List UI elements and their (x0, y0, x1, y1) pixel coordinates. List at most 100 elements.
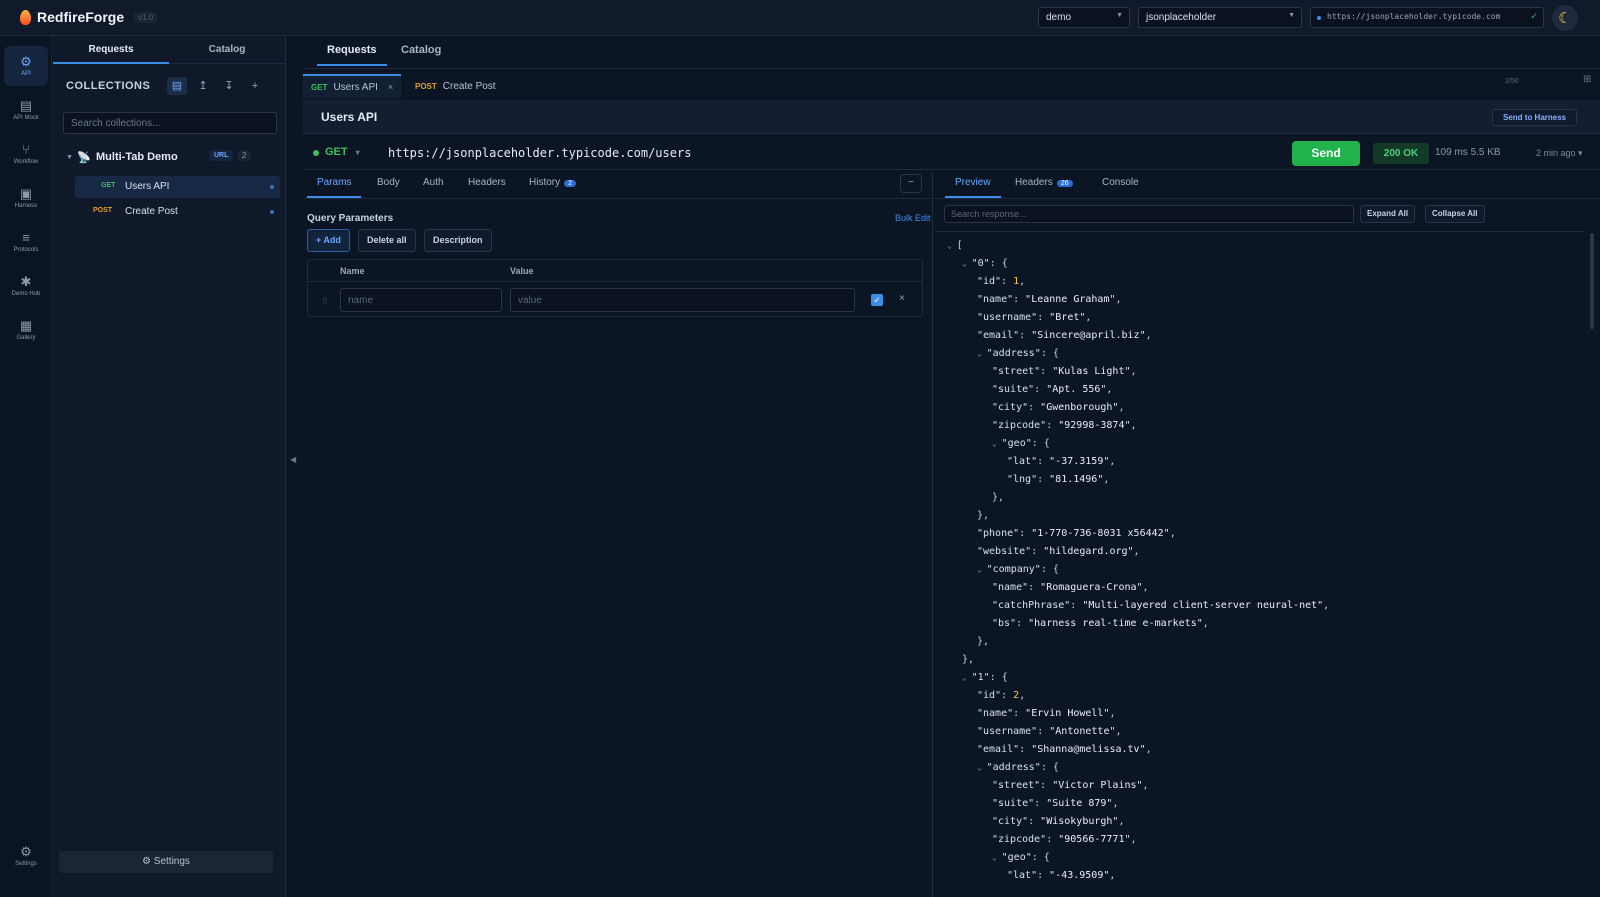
json-line[interactable]: ⌄ [ (947, 240, 963, 251)
flame-icon (20, 9, 31, 25)
collapse-pane-button[interactable]: − (900, 174, 922, 193)
json-punct: , (1112, 798, 1119, 809)
chevron-down-icon[interactable]: ⌄ (962, 259, 972, 268)
sidebar-tab-requests[interactable]: Requests (53, 36, 169, 64)
add-collection-icon[interactable]: + (245, 77, 265, 95)
json-string: "-37.3159" (1049, 456, 1110, 467)
drag-handle-icon[interactable]: ⠿ (322, 297, 328, 306)
import-icon[interactable]: ↥ (193, 77, 213, 95)
json-line: "name": "Ervin Howell", (977, 708, 1116, 719)
check-icon: ✓ (1530, 11, 1537, 22)
add-param-button[interactable]: + Add (307, 229, 350, 252)
collection-url-badge: URL (209, 150, 234, 161)
tab-body[interactable]: Body (377, 177, 400, 196)
param-enabled-checkbox[interactable]: ✓ (871, 294, 883, 306)
response-scrollbar[interactable] (1590, 233, 1594, 329)
environment-select[interactable]: demo ▼ (1038, 7, 1130, 28)
method-select[interactable]: GET ▾ (325, 146, 360, 158)
json-punct: , (1118, 402, 1125, 413)
description-button[interactable]: Description (424, 229, 492, 252)
bulk-edit-link[interactable]: Bulk Edit (895, 213, 931, 223)
json-key: "zipcode" (992, 420, 1047, 431)
api-icon: ⚙ (20, 54, 32, 69)
tab-headers[interactable]: Headers (468, 177, 506, 196)
chevron-down-icon[interactable]: ⌄ (977, 349, 987, 358)
send-to-harness-button[interactable]: Send to Harness (1492, 109, 1578, 126)
sidebar-collapse-handle[interactable]: ◀ (290, 455, 296, 464)
param-name-input[interactable] (340, 288, 502, 312)
rail-item-demo-hub[interactable]: ✱ Demo Hub (4, 266, 48, 306)
rail-item-protocols[interactable]: ≡ Protocols (4, 222, 48, 262)
theme-toggle-button[interactable]: ☾ (1552, 5, 1578, 31)
json-punct: : { (989, 258, 1008, 269)
rail-item-label: Gallery (16, 335, 36, 341)
api-source-value: jsonplaceholder (1146, 12, 1217, 23)
tab-preview[interactable]: Preview (945, 177, 1001, 198)
tab-console[interactable]: Console (1102, 177, 1139, 196)
time-ago-label: 2 min ago (1536, 148, 1576, 158)
rail-item-api-mock[interactable]: ▤ API Mock (4, 90, 48, 130)
json-string: "Suite 879" (1046, 798, 1113, 809)
collection-view-icon[interactable]: ▤ (167, 77, 187, 95)
chevron-down-icon[interactable]: ⌄ (992, 853, 1002, 862)
delete-all-button[interactable]: Delete all (358, 229, 416, 252)
chevron-down-icon[interactable]: ⌄ (992, 439, 1002, 448)
tab-response-headers-label: Headers (1015, 177, 1053, 188)
export-icon[interactable]: ↧ (219, 77, 239, 95)
tab-params[interactable]: Params (307, 177, 362, 198)
rail-item-workflow[interactable]: ⑂ Workflow (4, 134, 48, 174)
chevron-down-icon[interactable]: ⌄ (977, 763, 987, 772)
remove-param-icon[interactable]: × (899, 293, 905, 304)
chevron-down-icon[interactable]: ⌄ (947, 241, 957, 250)
json-line[interactable]: ⌄ "geo": { (992, 438, 1050, 449)
collapse-all-button[interactable]: Collapse All (1425, 205, 1485, 223)
search-collections-input[interactable] (63, 112, 277, 134)
rail-item-api[interactable]: ⚙ API (4, 46, 48, 86)
app-version: v1.0 (134, 11, 158, 23)
settings-button[interactable]: ⚙ Settings (59, 851, 273, 873)
param-value-input[interactable] (510, 288, 855, 312)
tab-menu-icon[interactable]: ⊞ (1583, 74, 1591, 85)
expand-all-button[interactable]: Expand All (1360, 205, 1416, 223)
rail-item-gallery[interactable]: ▦ Gallery (4, 310, 48, 350)
sidebar-tab-catalog[interactable]: Catalog (169, 36, 285, 64)
sidebar-request-create-post[interactable]: POST Create Post (75, 201, 280, 223)
json-key: "suite" (992, 798, 1035, 809)
tab-auth[interactable]: Auth (423, 177, 444, 196)
collection-item[interactable]: ▼ 📡 Multi-Tab Demo URL 2 (53, 146, 286, 168)
response-search-input[interactable] (944, 205, 1354, 223)
chevron-down-icon: ▼ (66, 153, 73, 161)
close-icon[interactable]: × (388, 82, 393, 92)
json-line: }, (962, 654, 974, 665)
json-string: "Leanne Graham" (1025, 294, 1116, 305)
json-line: "username": "Antonette", (977, 726, 1122, 737)
request-tab-create-post[interactable]: POST Create Post (407, 74, 504, 98)
tab-response-headers[interactable]: Headers 26 (1015, 177, 1073, 196)
history-count-badge: 2 (564, 180, 577, 187)
base-url-field[interactable]: https://jsonplaceholder.typicode.com ✓ (1310, 7, 1544, 28)
rail-item-settings[interactable]: ⚙ Settings (4, 836, 48, 876)
json-line[interactable]: ⌄ "1": { (962, 672, 1008, 683)
json-line[interactable]: ⌄ "address": { (977, 348, 1059, 359)
json-punct: [ (956, 240, 963, 251)
api-source-select[interactable]: jsonplaceholder ▼ (1138, 7, 1302, 28)
protocols-icon: ≡ (22, 230, 30, 245)
sidebar-request-users-api[interactable]: GET Users API (75, 176, 280, 198)
json-line[interactable]: ⌄ "address": { (977, 762, 1059, 773)
chevron-down-icon[interactable]: ⌄ (977, 565, 987, 574)
json-punct: , (1202, 618, 1209, 629)
url-input[interactable] (388, 144, 1188, 162)
send-button[interactable]: Send (1292, 141, 1360, 166)
json-line[interactable]: ⌄ "company": { (977, 564, 1059, 575)
json-line: "email": "Shanna@melissa.tv", (977, 744, 1152, 755)
json-key: "name" (977, 708, 1014, 719)
rail-item-harness[interactable]: ▣ Harness (4, 178, 48, 218)
json-line[interactable]: ⌄ "0": { (962, 258, 1008, 269)
chevron-down-icon[interactable]: ⌄ (962, 673, 972, 682)
column-value-header: Value (510, 266, 534, 276)
tab-requests[interactable]: Requests (317, 44, 387, 66)
request-tab-users-api[interactable]: GET Users API × (303, 74, 402, 98)
json-line[interactable]: ⌄ "geo": { (992, 852, 1050, 863)
tab-history[interactable]: History 2 (529, 177, 577, 196)
tab-catalog[interactable]: Catalog (401, 44, 441, 64)
